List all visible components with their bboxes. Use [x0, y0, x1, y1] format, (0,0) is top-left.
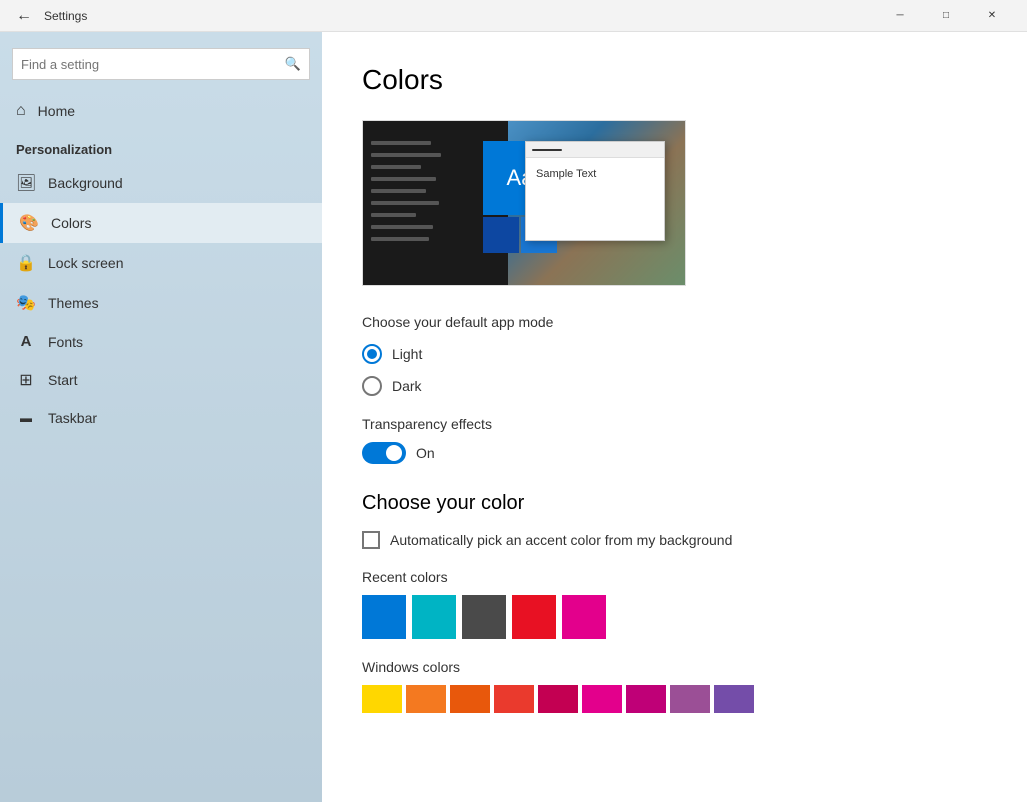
radio-outer-dark	[362, 376, 382, 396]
windows-color-swatch[interactable]	[362, 685, 402, 713]
radio-dark[interactable]: Dark	[362, 376, 987, 396]
sidebar-item-themes[interactable]: 🎭 Themes	[0, 283, 322, 323]
sidebar-item-home[interactable]: ⌂ Home	[0, 92, 322, 130]
sidebar-item-background[interactable]: 🖼 Background	[0, 163, 322, 203]
auto-accent-label: Automatically pick an accent color from …	[390, 532, 732, 548]
preview-lines	[371, 141, 441, 249]
radio-label-dark: Dark	[392, 378, 422, 394]
radio-label-light: Light	[392, 346, 422, 362]
sidebar-item-label: Lock screen	[48, 255, 123, 271]
app-body: 🔍 ⌂ Home Personalization 🖼 Background 🎨 …	[0, 32, 1027, 802]
auto-accent-checkbox-row[interactable]: Automatically pick an accent color from …	[362, 531, 987, 549]
auto-accent-checkbox[interactable]	[362, 531, 380, 549]
main-content: Colors Aa	[322, 32, 1027, 802]
transparency-toggle[interactable]	[362, 442, 406, 464]
windows-color-swatch[interactable]	[538, 685, 578, 713]
recent-color-swatch[interactable]	[362, 595, 406, 639]
page-title: Colors	[362, 64, 987, 96]
recent-color-swatch[interactable]	[562, 595, 606, 639]
transparency-section: Transparency effects On	[362, 416, 987, 464]
colors-icon: 🎨	[19, 213, 39, 233]
recent-color-swatch[interactable]	[462, 595, 506, 639]
sidebar: 🔍 ⌂ Home Personalization 🖼 Background 🎨 …	[0, 32, 322, 802]
start-icon: ⊞	[16, 370, 36, 390]
home-label: Home	[38, 103, 75, 119]
transparency-state-label: On	[416, 445, 435, 461]
restore-button[interactable]: □	[923, 0, 969, 32]
sidebar-item-label: Start	[48, 372, 78, 388]
home-icon: ⌂	[16, 102, 26, 120]
windows-color-swatch[interactable]	[406, 685, 446, 713]
app-mode-radio-group: Light Dark	[362, 344, 987, 396]
background-icon: 🖼	[16, 173, 36, 193]
theme-preview: Aa Sample Text	[362, 120, 686, 286]
preview-window: Sample Text	[525, 141, 665, 241]
sidebar-item-label: Background	[48, 175, 123, 191]
radio-inner-light	[367, 349, 377, 359]
recent-colors-label: Recent colors	[362, 569, 987, 585]
sidebar-item-taskbar[interactable]: ▬ Taskbar	[0, 400, 322, 436]
close-button[interactable]: ✕	[969, 0, 1015, 32]
sidebar-item-label: Fonts	[48, 334, 83, 350]
lock-icon: 🔒	[16, 253, 36, 273]
recent-color-swatch[interactable]	[412, 595, 456, 639]
titlebar: ← Settings ─ □ ✕	[0, 0, 1027, 32]
recent-colors-swatches	[362, 595, 987, 639]
minimize-button[interactable]: ─	[877, 0, 923, 32]
windows-color-swatch[interactable]	[714, 685, 754, 713]
transparency-title: Transparency effects	[362, 416, 987, 432]
toggle-thumb	[386, 445, 402, 461]
radio-light[interactable]: Light	[362, 344, 987, 364]
windows-color-swatch[interactable]	[450, 685, 490, 713]
window-controls: ─ □ ✕	[877, 0, 1015, 32]
tile-sm3	[483, 217, 519, 253]
radio-outer-light	[362, 344, 382, 364]
search-input[interactable]	[21, 57, 285, 72]
themes-icon: 🎭	[16, 293, 36, 313]
fonts-icon: A	[16, 333, 36, 350]
windows-color-swatch[interactable]	[582, 685, 622, 713]
sidebar-item-label: Themes	[48, 295, 99, 311]
search-bar[interactable]: 🔍	[12, 48, 310, 80]
windows-colors-label: Windows colors	[362, 659, 987, 675]
recent-color-swatch[interactable]	[512, 595, 556, 639]
windows-color-swatch[interactable]	[670, 685, 710, 713]
choose-color-title: Choose your color	[362, 492, 987, 515]
windows-color-swatch[interactable]	[626, 685, 666, 713]
windows-colors-swatches	[362, 685, 987, 713]
back-button[interactable]: ←	[12, 4, 36, 28]
sidebar-item-label: Taskbar	[48, 410, 97, 426]
sidebar-item-lock-screen[interactable]: 🔒 Lock screen	[0, 243, 322, 283]
taskbar-icon: ▬	[16, 411, 36, 425]
search-icon: 🔍	[285, 56, 301, 72]
preview-window-titlebar	[526, 142, 664, 158]
sidebar-item-start[interactable]: ⊞ Start	[0, 360, 322, 400]
windows-color-swatch[interactable]	[494, 685, 534, 713]
sidebar-section-title: Personalization	[0, 130, 322, 163]
app-title: Settings	[44, 9, 877, 23]
sidebar-item-fonts[interactable]: A Fonts	[0, 323, 322, 360]
mode-section-label: Choose your default app mode	[362, 314, 987, 330]
preview-window-content: Sample Text	[526, 158, 664, 190]
sidebar-item-label: Colors	[51, 215, 91, 231]
toggle-row: On	[362, 442, 987, 464]
sidebar-item-colors[interactable]: 🎨 Colors	[0, 203, 322, 243]
